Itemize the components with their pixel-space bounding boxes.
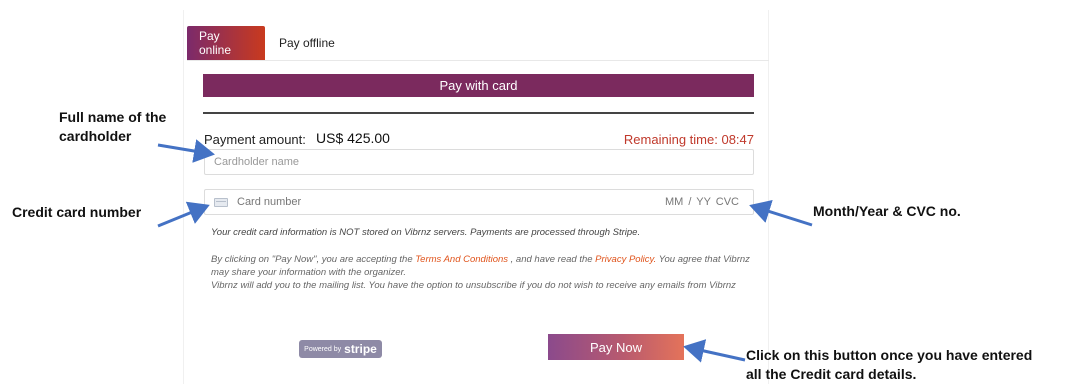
tab-pay-online[interactable]: Pay online [187, 26, 265, 60]
terms-text-part1: By clicking on "Pay Now", you are accept… [211, 254, 416, 265]
security-notice: Your credit card information is NOT stor… [211, 227, 641, 238]
terms-text-part2: , and have read the [508, 254, 596, 265]
pay-now-button[interactable]: Pay Now [548, 334, 684, 360]
tab-pay-offline[interactable]: Pay offline [265, 26, 347, 60]
powered-by-label: Powered by [304, 345, 342, 353]
annotation-click-button: Click on this button once you have enter… [746, 347, 1033, 382]
stripe-logo: stripe [344, 342, 377, 356]
tab-divider [187, 60, 769, 61]
payment-tabs: Pay online Pay offline [187, 26, 347, 60]
expiry-cvc-placeholder[interactable]: MM / YY CVC [665, 196, 739, 208]
card-number-input[interactable]: Card number MM / YY CVC [204, 189, 754, 215]
annotation-month-year-cvc: Month/Year & CVC no. [813, 203, 961, 219]
terms-and-conditions-link[interactable]: Terms And Conditions [415, 254, 508, 265]
pay-with-card-header: Pay with card [203, 74, 754, 97]
section-divider [203, 112, 754, 114]
remaining-time: Remaining time: 08:47 [623, 132, 754, 147]
privacy-policy-link[interactable]: Privacy Policy. [595, 254, 656, 265]
payment-amount-row: Payment amount: US$ 425.00 Remaining tim… [204, 130, 754, 148]
annotation-credit-card-number: Credit card number [12, 204, 142, 220]
mailing-list-text: Vibrnz will add you to the mailing list.… [211, 280, 736, 291]
cardholder-name-placeholder: Cardholder name [214, 156, 299, 168]
cardholder-name-input[interactable]: Cardholder name [204, 149, 754, 175]
terms-text: By clicking on "Pay Now", you are accept… [211, 253, 756, 292]
payment-amount-label: Payment amount: [204, 132, 306, 147]
card-number-placeholder: Card number [237, 196, 302, 208]
powered-by-stripe-badge[interactable]: Powered by stripe [299, 340, 382, 358]
payment-amount-value: US$ 425.00 [316, 130, 390, 146]
annotation-full-name: Full name of the cardholder [59, 109, 167, 144]
credit-card-icon [214, 197, 228, 207]
